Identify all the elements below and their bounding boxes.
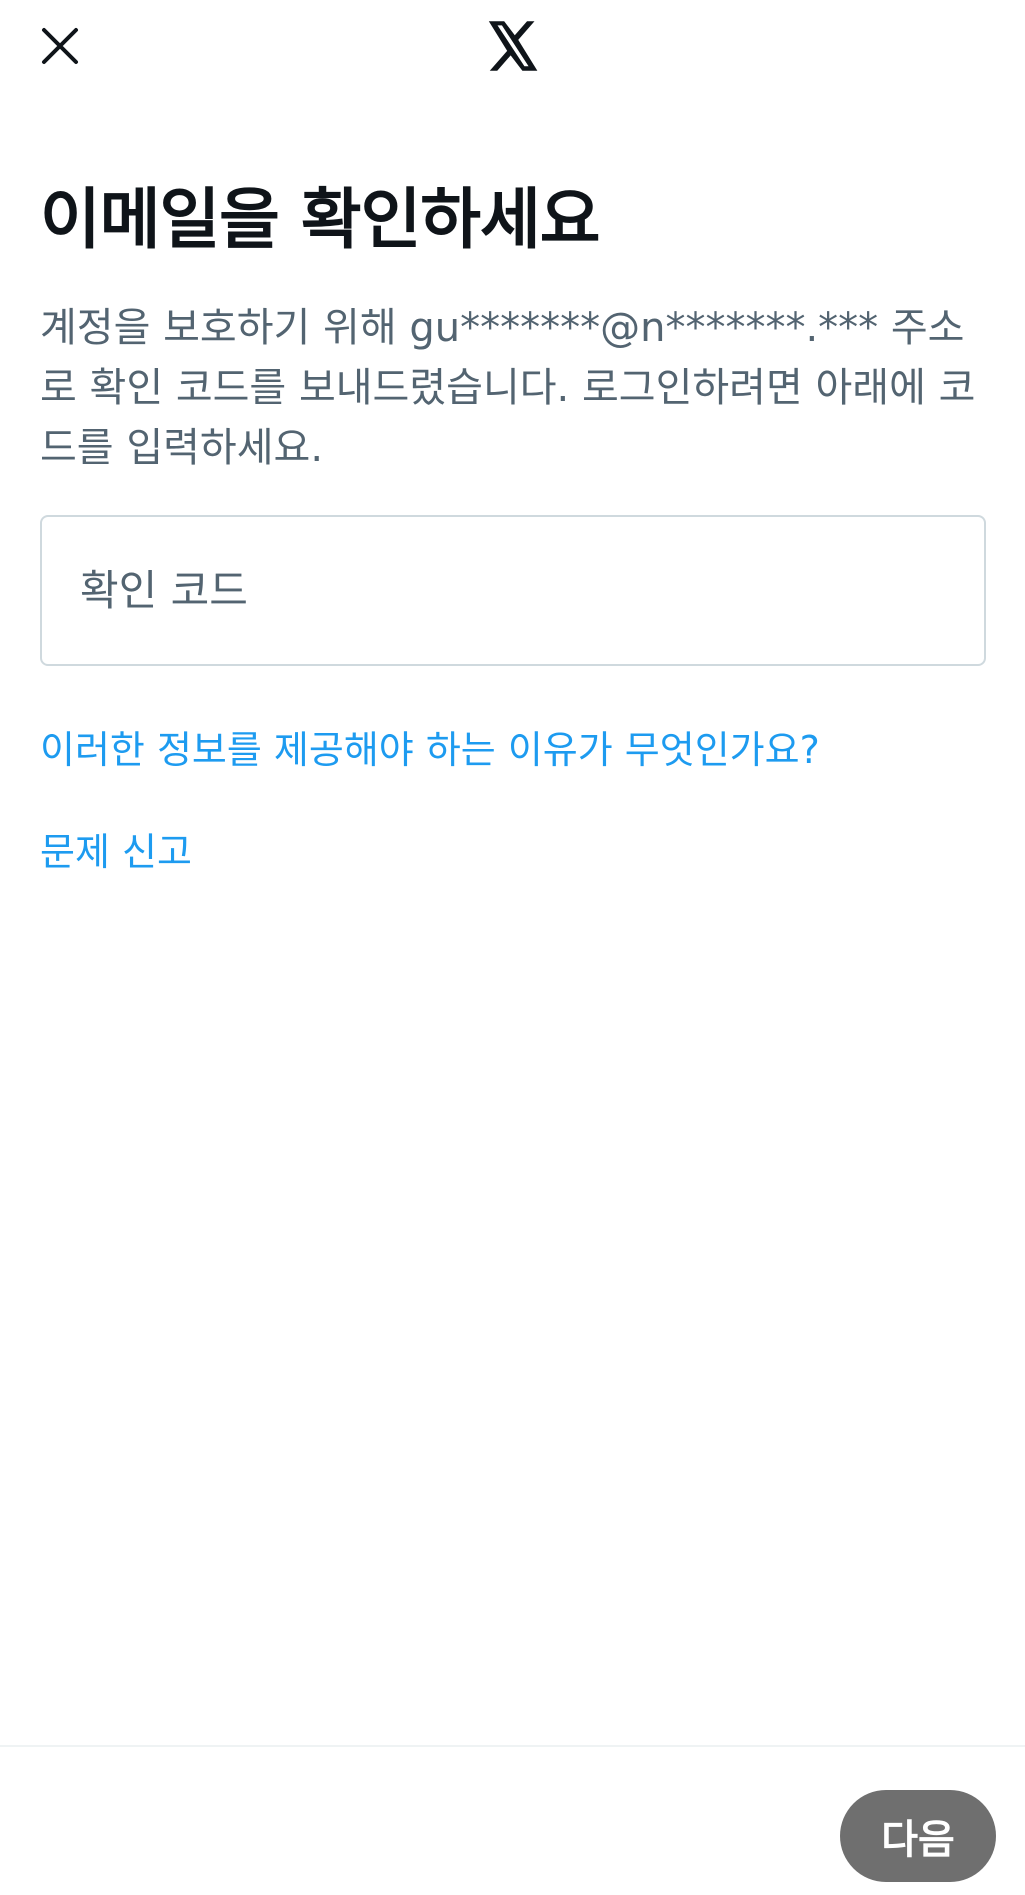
report-problem-link[interactable]: 문제 신고 <box>40 824 192 880</box>
description-text: 계정을 보호하기 위해 gu*******@n*******.*** 주소로 확… <box>40 305 976 471</box>
verification-code-field[interactable] <box>40 515 986 666</box>
x-logo <box>484 18 542 74</box>
x-logo-icon <box>488 21 538 71</box>
page-title: 이메일을 확인하세요 <box>40 181 600 258</box>
verify-email-screen: 이메일을 확인하세요 계정을 보호하기 위해 gu*******@n******… <box>0 0 1025 1895</box>
footer-divider <box>0 1745 1025 1747</box>
close-icon <box>42 28 78 64</box>
top-bar <box>0 0 1025 100</box>
verification-code-input[interactable] <box>80 517 940 664</box>
next-button[interactable]: 다음 <box>840 1790 996 1882</box>
why-info-link[interactable]: 이러한 정보를 제공해야 하는 이유가 무엇인가요? <box>40 722 820 778</box>
close-button[interactable] <box>32 18 88 74</box>
